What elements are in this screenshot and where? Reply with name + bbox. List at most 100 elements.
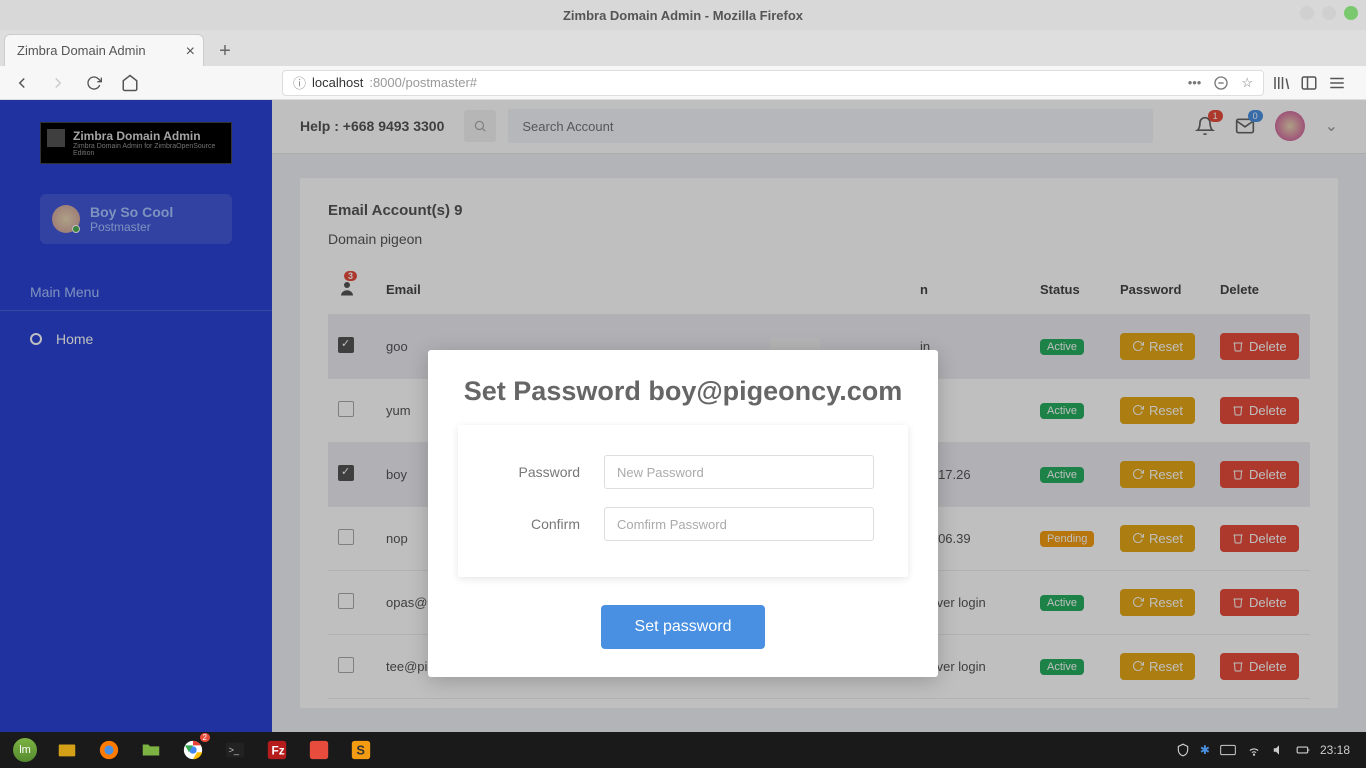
delete-button[interactable]: Delete (1220, 589, 1299, 616)
delete-button[interactable]: Delete (1220, 653, 1299, 680)
window-close-button[interactable] (1344, 6, 1358, 20)
browser-tab[interactable]: Zimbra Domain Admin × (4, 34, 204, 66)
logo-title: Zimbra Domain Admin (73, 129, 223, 143)
url-path: :8000/postmaster# (369, 75, 477, 90)
library-icon[interactable] (1272, 74, 1290, 92)
cell-email: youme@pigeoncy.com (376, 698, 620, 708)
row-checkbox[interactable] (338, 465, 354, 481)
sidebar-item-home[interactable]: Home (0, 321, 272, 357)
circle-icon (30, 333, 42, 345)
bookmark-star-icon[interactable]: ☆ (1241, 75, 1253, 91)
chevron-down-icon[interactable]: ⌄ (1325, 116, 1338, 136)
svg-text:>_: >_ (229, 745, 240, 755)
reset-button[interactable]: Reset (1120, 653, 1195, 680)
taskbar-terminal-icon[interactable]: >_ (216, 735, 254, 765)
app-logo: Zimbra Domain Admin Zimbra Domain Admin … (40, 122, 232, 164)
table-row: youme@pigeoncy.comYou กPlan 2Never login… (328, 698, 1310, 708)
app-topbar: Help : +668 9493 3300 1 0 ⌄ (272, 100, 1366, 154)
user-role: Postmaster (90, 220, 173, 234)
reset-button[interactable]: Reset (1120, 461, 1195, 488)
selection-count-badge: 3 (344, 271, 357, 281)
cell-plan: Plan 2 (830, 698, 910, 708)
set-password-button[interactable]: Set password (601, 605, 766, 649)
mint-logo-icon: lm (13, 738, 37, 762)
logo-subtitle: Zimbra Domain Admin for ZimbraOpenSource… (73, 143, 223, 157)
menu-header: Main Menu (0, 274, 272, 311)
row-checkbox[interactable] (338, 657, 354, 673)
svg-text:Fz: Fz (272, 744, 285, 758)
taskbar-filezilla-icon[interactable]: Fz (258, 735, 296, 765)
password-input[interactable] (604, 455, 874, 489)
nav-forward-button[interactable] (44, 69, 72, 97)
notification-badge: 1 (1208, 110, 1223, 122)
nav-reload-button[interactable] (80, 69, 108, 97)
taskbar-files-icon[interactable] (48, 735, 86, 765)
reset-button[interactable]: Reset (1120, 525, 1195, 552)
nav-back-button[interactable] (8, 69, 36, 97)
messages-badge: 0 (1248, 110, 1263, 122)
window-titlebar: Zimbra Domain Admin - Mozilla Firefox (0, 0, 1366, 30)
taskbar-folder-icon[interactable] (132, 735, 170, 765)
app-sidebar: Zimbra Domain Admin Zimbra Domain Admin … (0, 100, 272, 732)
user-card[interactable]: Boy So Cool Postmaster (40, 194, 232, 244)
menu-icon[interactable] (1328, 74, 1346, 92)
tray-wifi-icon[interactable] (1246, 743, 1262, 757)
taskbar-sublime-icon[interactable]: S (342, 735, 380, 765)
search-input[interactable] (508, 109, 1152, 143)
taskbar-firefox-icon[interactable] (90, 735, 128, 765)
notifications-button[interactable]: 1 (1195, 116, 1215, 136)
row-checkbox[interactable] (338, 529, 354, 545)
tab-close-icon[interactable]: × (186, 43, 195, 61)
browser-tabstrip: Zimbra Domain Admin × + (0, 30, 1366, 66)
delete-button[interactable]: Delete (1220, 397, 1299, 424)
window-title: Zimbra Domain Admin - Mozilla Firefox (563, 8, 803, 23)
col-password: Password (1110, 265, 1210, 315)
search-icon[interactable] (464, 110, 496, 142)
start-menu-button[interactable]: lm (6, 735, 44, 765)
confirm-label: Confirm (492, 516, 580, 532)
tray-volume-icon[interactable] (1272, 743, 1286, 757)
browser-toolbar: ⓘ localhost:8000/postmaster# ••• ☆ (0, 66, 1366, 100)
url-bar[interactable]: ⓘ localhost:8000/postmaster# ••• ☆ (282, 70, 1264, 96)
reset-button[interactable]: Reset (1120, 397, 1195, 424)
site-info-icon[interactable]: ⓘ (293, 73, 306, 92)
reader-view-icon[interactable] (1213, 75, 1229, 91)
new-tab-button[interactable]: + (210, 36, 240, 66)
col-login: n (910, 265, 1030, 315)
os-taskbar: lm 2 >_ Fz S ✱ 23:18 (0, 732, 1366, 768)
nav-home-button[interactable] (116, 69, 144, 97)
user-name: Boy So Cool (90, 204, 173, 220)
password-label: Password (492, 464, 580, 480)
status-badge: Active (1040, 595, 1084, 611)
col-delete: Delete (1210, 265, 1310, 315)
page-actions-icon[interactable]: ••• (1188, 75, 1202, 91)
taskbar-chrome-icon[interactable]: 2 (174, 735, 212, 765)
window-maximize-button[interactable] (1322, 6, 1336, 20)
profile-avatar[interactable] (1275, 111, 1305, 141)
row-checkbox[interactable] (338, 337, 354, 353)
help-text: Help : +668 9493 3300 (300, 118, 444, 134)
tray-clock[interactable]: 23:18 (1320, 743, 1350, 757)
sidebar-item-label: Home (56, 331, 93, 347)
tray-battery-icon[interactable] (1296, 743, 1310, 757)
row-checkbox[interactable] (338, 593, 354, 609)
tray-bluetooth-icon[interactable]: ✱ (1200, 743, 1210, 757)
confirm-password-input[interactable] (604, 507, 874, 541)
user-avatar (52, 205, 80, 233)
reset-button[interactable]: Reset (1120, 589, 1195, 616)
delete-button[interactable]: Delete (1220, 525, 1299, 552)
taskbar-app-icon[interactable] (300, 735, 338, 765)
sidebar-toggle-icon[interactable] (1300, 74, 1318, 92)
cell-name: You ก (620, 698, 760, 708)
browser-tab-title: Zimbra Domain Admin (17, 43, 146, 58)
person-icon[interactable]: 3 (338, 279, 356, 297)
delete-button[interactable]: Delete (1220, 461, 1299, 488)
tray-shield-icon[interactable] (1176, 743, 1190, 757)
messages-button[interactable]: 0 (1235, 116, 1255, 136)
status-badge: Active (1040, 339, 1084, 355)
window-minimize-button[interactable] (1300, 6, 1314, 20)
delete-button[interactable]: Delete (1220, 333, 1299, 360)
tray-keyboard-icon[interactable] (1220, 744, 1236, 756)
reset-button[interactable]: Reset (1120, 333, 1195, 360)
row-checkbox[interactable] (338, 401, 354, 417)
